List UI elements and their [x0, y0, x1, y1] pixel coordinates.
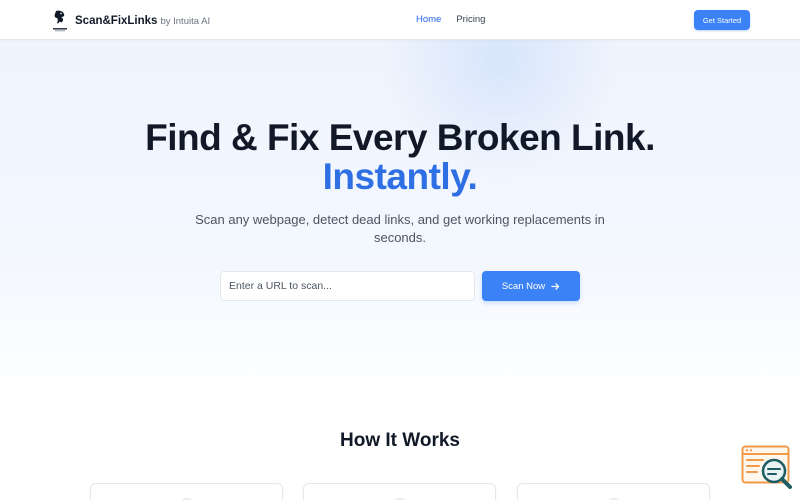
nav-pricing-link[interactable]: Pricing	[456, 14, 485, 25]
scan-now-label: Scan Now	[501, 280, 546, 292]
hero-title-accent: Instantly.	[322, 156, 478, 197]
get-started-button[interactable]: Get Started	[694, 10, 750, 30]
url-input[interactable]	[220, 271, 475, 301]
main-nav: Home Pricing	[416, 14, 485, 25]
top-navbar: Scan&FixLinks by Intuita AI Home Pricing…	[0, 0, 800, 40]
page: Scan&FixLinks by Intuita AI Home Pricing…	[0, 0, 800, 500]
step-card-1	[90, 483, 283, 500]
step-card-3	[517, 483, 710, 500]
nav-home-link[interactable]: Home	[416, 14, 441, 25]
brand-tagline: by Intuita AI	[160, 15, 211, 27]
browser-search-icon[interactable]	[741, 445, 793, 490]
brand[interactable]: Scan&FixLinks by Intuita AI	[52, 10, 210, 32]
hero-title: Find & Fix Every Broken Link.	[145, 117, 655, 158]
brand-name: Scan&FixLinks	[75, 15, 158, 27]
mascot-logo-icon	[53, 10, 67, 32]
hero-subtitle: Scan any webpage, detect dead links, and…	[195, 212, 605, 245]
arrow-right-icon	[551, 282, 560, 290]
how-it-works-title: How It Works	[340, 430, 460, 451]
scan-now-button[interactable]: Scan Now	[482, 271, 580, 301]
step-card-2	[303, 483, 496, 500]
